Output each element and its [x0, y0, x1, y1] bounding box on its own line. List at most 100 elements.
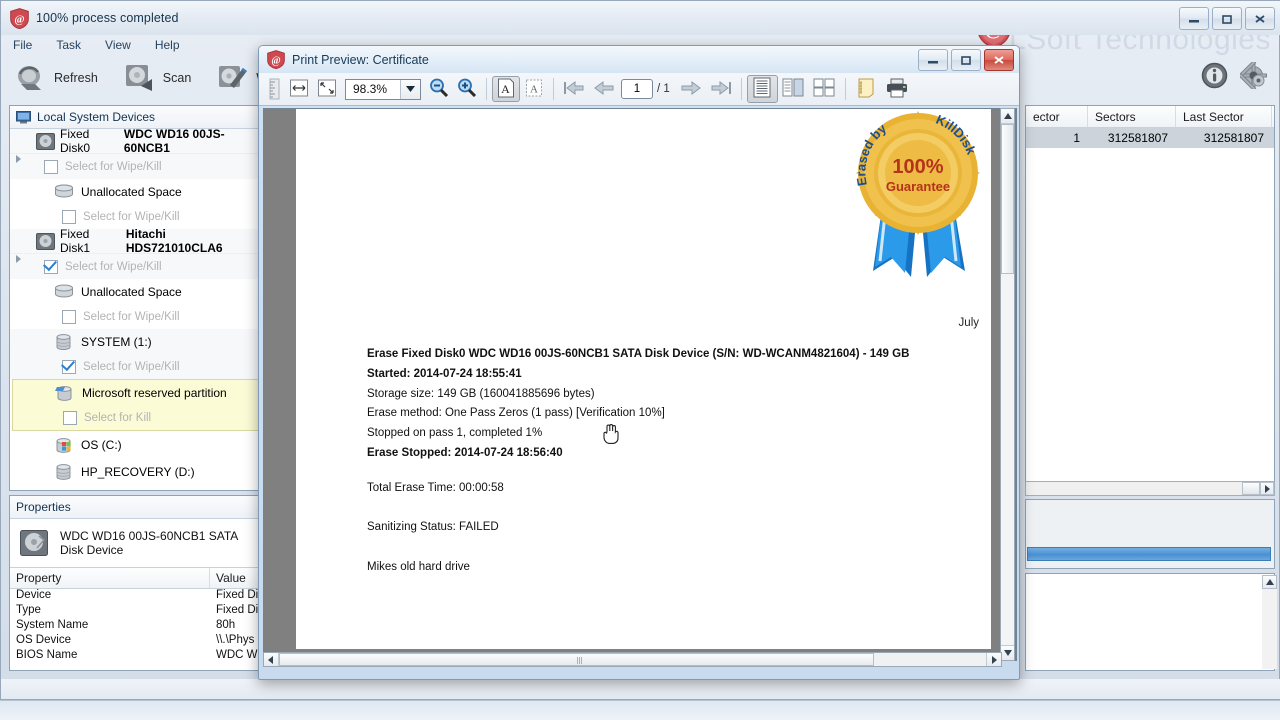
- info-icon[interactable]: [1201, 62, 1228, 92]
- four-page-view-button[interactable]: [809, 75, 840, 103]
- sectors-grid-hscrollbar[interactable]: [1025, 481, 1275, 496]
- zoom-out-button[interactable]: [425, 76, 453, 102]
- hscroll-right-arrow[interactable]: [986, 653, 1001, 666]
- gear-icon[interactable]: [1237, 59, 1267, 92]
- table-row[interactable]: Device Fixed Di: [10, 589, 264, 604]
- log-panel-vscrollbar[interactable]: [1262, 575, 1277, 669]
- tree-item-hp-recovery[interactable]: HP_RECOVERY (D:): [10, 458, 264, 485]
- page-setup-icon: [857, 78, 875, 101]
- last-page-button[interactable]: [706, 76, 736, 102]
- hscroll-left-arrow[interactable]: [264, 653, 279, 666]
- app-window-controls: [1179, 7, 1275, 30]
- svg-text:@: @: [271, 56, 280, 67]
- app-titlebar: @ 100% process completed: [1, 1, 1280, 35]
- vscroll-thumb[interactable]: [1001, 124, 1014, 274]
- volume-icon: [54, 333, 74, 350]
- table-row[interactable]: Type Fixed Di: [10, 604, 264, 619]
- cert-line-title: Erase Fixed Disk0 WDC WD16 00JS-60NCB1 S…: [367, 348, 910, 360]
- chevron-down-icon[interactable]: [400, 79, 420, 99]
- refresh-button[interactable]: Refresh: [15, 62, 98, 94]
- minimize-button[interactable]: [1179, 7, 1209, 30]
- tree-check-unallocated-1[interactable]: Select for Wipe/Kill: [10, 304, 264, 329]
- tree-item-reserved-partition[interactable]: Microsoft reserved partition: [13, 380, 261, 405]
- next-page-button[interactable]: [676, 76, 706, 102]
- tree-item-fixed-disk0[interactable]: Fixed Disk0 WDC WD16 00JS-60NCB1: [10, 127, 264, 155]
- tree-check-fixed-disk1[interactable]: Select for Wipe/Kill: [10, 254, 264, 279]
- tree-check-unallocated-0[interactable]: Select for Wipe/Kill: [10, 204, 264, 229]
- preview-vertical-scrollbar[interactable]: [1000, 108, 1015, 661]
- expander-icon[interactable]: [16, 155, 21, 163]
- page-total-label: / 1: [657, 83, 670, 95]
- expander-icon[interactable]: [16, 255, 21, 263]
- tree-item-unallocated-0[interactable]: Unallocated Space: [10, 179, 264, 204]
- properties-header: Properties: [10, 496, 264, 519]
- col-sectors[interactable]: Sectors: [1088, 106, 1176, 127]
- single-page-view-button[interactable]: [746, 75, 778, 103]
- vscroll-up-arrow[interactable]: [1262, 575, 1277, 589]
- properties-panel: Properties WDC WD16 00JS-60NCB1 SATA Dis…: [9, 495, 265, 671]
- toolbar-right-group: [1201, 59, 1267, 92]
- select-wipe-kill-checkbox[interactable]: [44, 159, 58, 174]
- print-button[interactable]: [881, 76, 913, 102]
- tree-check-system-volume[interactable]: Select for Wipe/Kill: [10, 354, 264, 379]
- table-row[interactable]: OS Device \\.\Phys: [10, 634, 264, 649]
- first-page-button[interactable]: [559, 76, 589, 102]
- seal-percent: 100%: [892, 156, 943, 178]
- page-setup-button[interactable]: [851, 76, 881, 102]
- cert-line-comment: Mikes old hard drive: [367, 561, 470, 573]
- menu-task[interactable]: Task: [56, 38, 81, 52]
- text-note-button[interactable]: A: [520, 76, 548, 102]
- prop-val: Fixed Di: [216, 604, 259, 616]
- col-last-sector[interactable]: Last Sector: [1176, 106, 1272, 127]
- select-wipe-kill-checkbox[interactable]: [62, 309, 76, 324]
- select-kill-label: Select for Kill: [84, 411, 152, 424]
- col-ector[interactable]: ector: [1026, 106, 1088, 127]
- tree-check-fixed-disk0[interactable]: Select for Wipe/Kill: [10, 154, 264, 179]
- close-button[interactable]: [984, 49, 1014, 71]
- select-wipe-kill-label: Select for Wipe/Kill: [65, 260, 162, 273]
- page-text-button[interactable]: A: [492, 76, 520, 102]
- killdisk-shield-icon: @: [267, 50, 285, 70]
- preview-horizontal-scrollbar[interactable]: [263, 652, 1002, 667]
- close-button[interactable]: [1245, 7, 1275, 30]
- restore-button[interactable]: [951, 49, 981, 71]
- cell-last-sector: 312581807: [1203, 131, 1264, 145]
- vscroll-up-arrow[interactable]: [1001, 109, 1014, 124]
- page-number-input[interactable]: 1: [621, 79, 653, 99]
- tree-item-unallocated-1[interactable]: Unallocated Space: [10, 279, 264, 304]
- fit-page-button[interactable]: [313, 76, 341, 102]
- print-preview-page-area[interactable]: 100% Guarantee Erased by KillDisk July E…: [263, 108, 1017, 661]
- zoom-in-button[interactable]: [453, 76, 481, 102]
- menu-view[interactable]: View: [105, 38, 131, 52]
- table-row[interactable]: System Name 80h: [10, 619, 264, 634]
- system-volume-label: SYSTEM (1:): [81, 334, 152, 349]
- hscroll-thumb[interactable]: [1242, 482, 1260, 495]
- tree-item-system-volume[interactable]: SYSTEM (1:): [10, 329, 264, 354]
- zoom-level-value: 98.3%: [353, 82, 388, 96]
- text-note-icon: A: [525, 78, 543, 101]
- zoom-level-select[interactable]: 98.3%: [345, 78, 421, 100]
- menu-file[interactable]: File: [13, 38, 32, 52]
- vscroll-down-arrow[interactable]: [1001, 645, 1014, 660]
- two-page-view-button[interactable]: [778, 75, 809, 103]
- hscroll-thumb[interactable]: [279, 653, 874, 666]
- select-wipe-kill-checkbox[interactable]: [62, 359, 76, 374]
- prev-page-button[interactable]: [589, 76, 619, 102]
- select-wipe-kill-checkbox[interactable]: [44, 259, 58, 274]
- hscroll-right-arrow[interactable]: [1260, 482, 1274, 495]
- tree-item-fixed-disk1[interactable]: Fixed Disk1 Hitachi HDS721010CLA6: [10, 227, 264, 255]
- table-row[interactable]: 1 312581807 312581807: [1026, 128, 1274, 148]
- menu-help[interactable]: Help: [155, 38, 180, 52]
- cell-sectors: 312581807: [1107, 131, 1168, 145]
- table-row[interactable]: BIOS Name WDC W: [10, 649, 264, 664]
- zoom-out-icon: [429, 78, 449, 100]
- select-kill-checkbox[interactable]: [63, 410, 77, 425]
- unallocated-label-0: Unallocated Space: [81, 184, 182, 199]
- fit-width-button[interactable]: [285, 76, 313, 102]
- restore-button[interactable]: [1212, 7, 1242, 30]
- tree-check-reserved-partition[interactable]: Select for Kill: [13, 405, 261, 430]
- select-wipe-kill-checkbox[interactable]: [62, 209, 76, 224]
- minimize-button[interactable]: [918, 49, 948, 71]
- scan-button[interactable]: Scan: [124, 62, 191, 94]
- tree-item-os-volume[interactable]: OS (C:): [10, 431, 264, 458]
